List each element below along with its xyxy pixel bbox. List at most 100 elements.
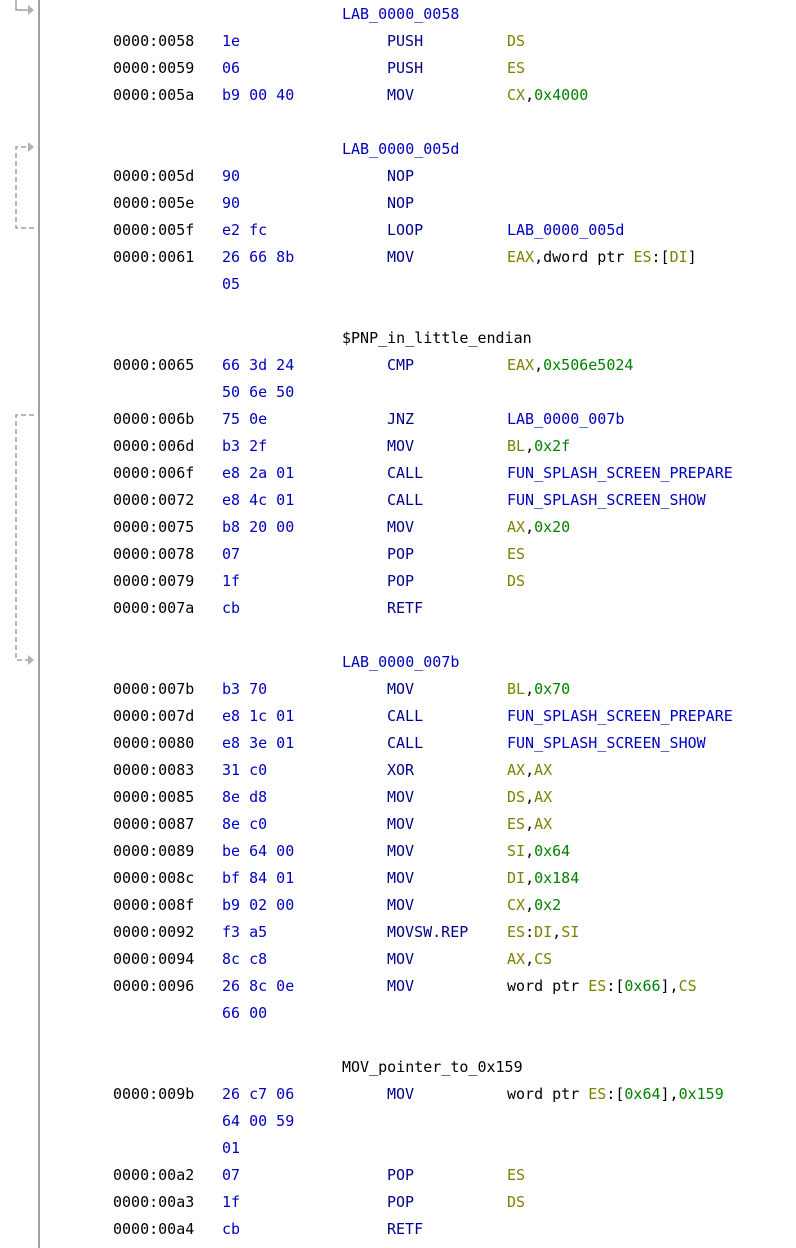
operand-reference[interactable]: LAB_0000_005d (507, 221, 624, 239)
instruction-operands[interactable]: CX,0x2 (507, 892, 561, 919)
instruction-bytes[interactable]: 05 (222, 271, 240, 298)
operand-register[interactable]: ES (507, 1166, 525, 1184)
instruction-operands[interactable]: BL,0x70 (507, 676, 570, 703)
instruction-operands[interactable]: word ptr ES:[0x64],0x159 (507, 1081, 724, 1108)
instruction-bytes[interactable]: 8c c8 (222, 946, 267, 973)
operand-register[interactable]: CX (507, 86, 525, 104)
instruction-bytes[interactable]: e8 2a 01 (222, 460, 294, 487)
instruction-bytes[interactable]: 1f (222, 568, 240, 595)
instruction-operands[interactable]: DS (507, 28, 525, 55)
operand-register[interactable]: DI (670, 248, 688, 266)
instruction-bytes[interactable]: 06 (222, 55, 240, 82)
operand-register[interactable]: ES (633, 248, 651, 266)
instruction-operands[interactable]: FUN_SPLASH_SCREEN_SHOW (507, 487, 706, 514)
instruction-operands[interactable]: BL,0x2f (507, 433, 570, 460)
instruction-address[interactable]: 0000:006f (113, 460, 194, 487)
instruction-address[interactable]: 0000:009b (113, 1081, 194, 1108)
instruction-bytes[interactable]: e2 fc (222, 217, 267, 244)
instruction-mnemonic[interactable]: MOV (387, 838, 414, 865)
instruction-mnemonic[interactable]: POP (387, 1189, 414, 1216)
operand-register[interactable]: DS (507, 788, 525, 806)
instruction-address[interactable]: 0000:0058 (113, 28, 194, 55)
instruction-address[interactable]: 0000:005a (113, 82, 194, 109)
instruction-operands[interactable]: ES,AX (507, 811, 552, 838)
instruction-operands[interactable]: AX,AX (507, 757, 552, 784)
instruction-bytes[interactable]: b9 02 00 (222, 892, 294, 919)
code-label[interactable]: LAB_0000_007b (342, 649, 459, 676)
instruction-mnemonic[interactable]: RETF (387, 595, 423, 622)
instruction-operands[interactable]: EAX,dword ptr ES:[DI] (507, 244, 697, 271)
instruction-bytes[interactable]: e8 3e 01 (222, 730, 294, 757)
instruction-address[interactable]: 0000:0065 (113, 352, 194, 379)
operand-scalar[interactable]: 0x2 (534, 896, 561, 914)
instruction-address[interactable]: 0000:0078 (113, 541, 194, 568)
operand-register[interactable]: ES (588, 977, 606, 995)
operand-scalar[interactable]: 0x2f (534, 437, 570, 455)
instruction-bytes[interactable]: cb (222, 1216, 240, 1243)
instruction-mnemonic[interactable]: POP (387, 1162, 414, 1189)
code-label[interactable]: LAB_0000_0058 (342, 1, 459, 28)
instruction-bytes[interactable]: 07 (222, 541, 240, 568)
instruction-operands[interactable]: DS,AX (507, 784, 552, 811)
operand-reference[interactable]: FUN_SPLASH_SCREEN_SHOW (507, 734, 706, 752)
instruction-address[interactable]: 0000:007d (113, 703, 194, 730)
instruction-address[interactable]: 0000:0094 (113, 946, 194, 973)
instruction-operands[interactable]: EAX,0x506e5024 (507, 352, 633, 379)
instruction-address[interactable]: 0000:00a2 (113, 1162, 194, 1189)
instruction-bytes[interactable]: b3 2f (222, 433, 267, 460)
operand-register[interactable]: DS (507, 1193, 525, 1211)
instruction-mnemonic[interactable]: POP (387, 541, 414, 568)
instruction-mnemonic[interactable]: CALL (387, 460, 423, 487)
instruction-operands[interactable]: CX,0x4000 (507, 82, 588, 109)
instruction-bytes[interactable]: 31 c0 (222, 757, 267, 784)
instruction-bytes[interactable]: 64 00 59 (222, 1108, 294, 1135)
operand-register[interactable]: AX (534, 815, 552, 833)
instruction-bytes[interactable]: f3 a5 (222, 919, 267, 946)
instruction-mnemonic[interactable]: XOR (387, 757, 414, 784)
instruction-operands[interactable]: FUN_SPLASH_SCREEN_SHOW (507, 730, 706, 757)
operand-register[interactable]: AX (507, 761, 525, 779)
instruction-operands[interactable]: DI,0x184 (507, 865, 579, 892)
instruction-operands[interactable]: LAB_0000_007b (507, 406, 624, 433)
operand-register[interactable]: DI (507, 869, 525, 887)
instruction-mnemonic[interactable]: POP (387, 568, 414, 595)
instruction-address[interactable]: 0000:005d (113, 163, 194, 190)
instruction-address[interactable]: 0000:00a3 (113, 1189, 194, 1216)
operand-register[interactable]: ES (588, 1085, 606, 1103)
instruction-address[interactable]: 0000:008c (113, 865, 194, 892)
instruction-bytes[interactable]: 8e c0 (222, 811, 267, 838)
instruction-mnemonic[interactable]: MOV (387, 514, 414, 541)
operand-register[interactable]: DI (534, 923, 552, 941)
instruction-mnemonic[interactable]: NOP (387, 190, 414, 217)
operand-register[interactable]: AX (534, 788, 552, 806)
operand-register[interactable]: CS (679, 977, 697, 995)
instruction-address[interactable]: 0000:0080 (113, 730, 194, 757)
instruction-bytes[interactable]: 8e d8 (222, 784, 267, 811)
operand-register[interactable]: ES (507, 815, 525, 833)
instruction-mnemonic[interactable]: NOP (387, 163, 414, 190)
instruction-bytes[interactable]: 1e (222, 28, 240, 55)
instruction-operands[interactable]: word ptr ES:[0x66],CS (507, 973, 697, 1000)
operand-reference[interactable]: FUN_SPLASH_SCREEN_PREPARE (507, 707, 733, 725)
instruction-mnemonic[interactable]: MOV (387, 973, 414, 1000)
instruction-mnemonic[interactable]: MOV (387, 1081, 414, 1108)
operand-reference[interactable]: LAB_0000_007b (507, 410, 624, 428)
operand-register[interactable]: DS (507, 32, 525, 50)
instruction-operands[interactable]: AX,0x20 (507, 514, 570, 541)
operand-scalar[interactable]: 0x64 (534, 842, 570, 860)
instruction-address[interactable]: 0000:0089 (113, 838, 194, 865)
instruction-address[interactable]: 0000:007b (113, 676, 194, 703)
operand-register[interactable]: CS (534, 950, 552, 968)
instruction-mnemonic[interactable]: MOV (387, 892, 414, 919)
operand-reference[interactable]: FUN_SPLASH_SCREEN_SHOW (507, 491, 706, 509)
operand-scalar[interactable]: 0x506e5024 (543, 356, 633, 374)
instruction-mnemonic[interactable]: LOOP (387, 217, 423, 244)
operand-scalar[interactable]: 0x70 (534, 680, 570, 698)
instruction-operands[interactable]: ES (507, 55, 525, 82)
instruction-operands[interactable]: FUN_SPLASH_SCREEN_PREPARE (507, 703, 733, 730)
instruction-operands[interactable]: AX,CS (507, 946, 552, 973)
label-comment[interactable]: MOV_pointer_to_0x159 (342, 1054, 523, 1081)
operand-scalar[interactable]: 0x20 (534, 518, 570, 536)
instruction-address[interactable]: 0000:0061 (113, 244, 194, 271)
instruction-bytes[interactable]: 1f (222, 1189, 240, 1216)
